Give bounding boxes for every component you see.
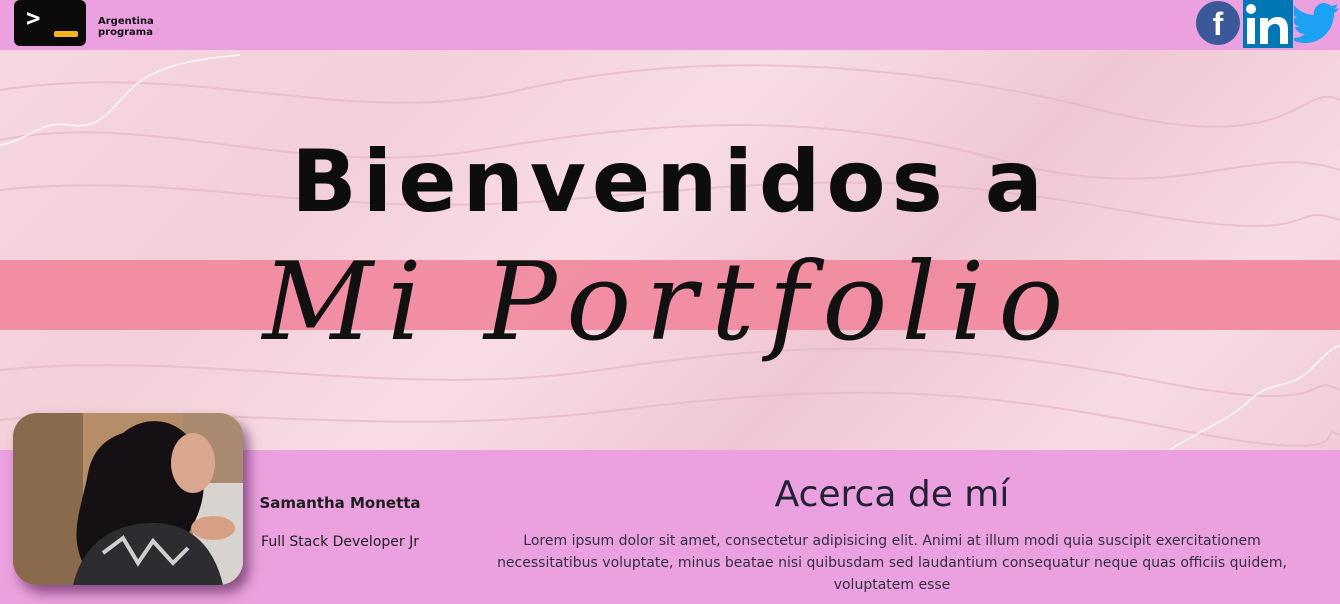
hero-title: Bienvenidos a xyxy=(291,132,1049,232)
hero-banner: Bienvenidos a Mi Portfolio xyxy=(0,50,1340,450)
svg-text:f: f xyxy=(1213,6,1224,42)
about-title: Acerca de mí xyxy=(774,474,1010,515)
brand-line-2: programa xyxy=(98,27,153,38)
linkedin-link[interactable] xyxy=(1243,0,1293,48)
linkedin-icon xyxy=(1243,0,1293,48)
twitter-icon xyxy=(1289,3,1339,43)
about-text: Lorem ipsum dolor sit amet, consectetur … xyxy=(497,533,1287,593)
profile-name: Samantha Monetta xyxy=(259,494,421,512)
top-bar: > Argentina programa f xyxy=(0,0,1340,50)
hero-script-title: Mi Portfolio xyxy=(262,240,1078,365)
argentina-programa-logo[interactable]: > xyxy=(14,0,86,46)
profile-photo-image xyxy=(13,413,243,585)
terminal-prompt-icon: > xyxy=(26,4,41,32)
brand-line-1: Argentina xyxy=(98,16,154,27)
twitter-link[interactable] xyxy=(1289,0,1340,48)
profile-role: Full Stack Developer Jr xyxy=(261,534,419,550)
logo-underscore xyxy=(54,31,78,37)
facebook-link[interactable]: f xyxy=(1196,0,1242,48)
brand-name: Argentina programa xyxy=(98,16,154,38)
facebook-icon: f xyxy=(1196,1,1240,45)
profile-photo xyxy=(13,413,243,585)
